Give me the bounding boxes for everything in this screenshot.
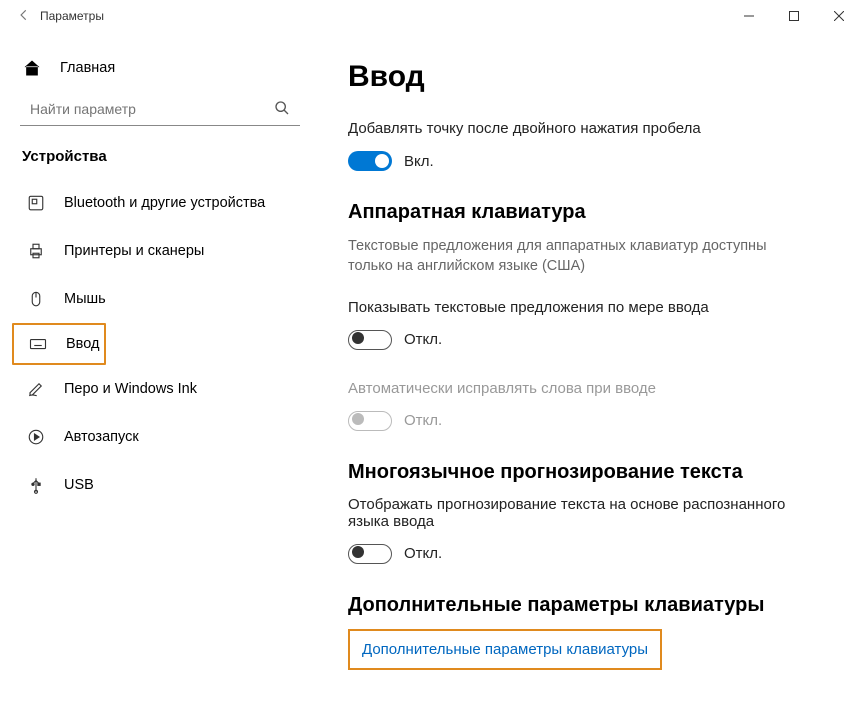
devices-icon xyxy=(26,194,46,212)
sidebar-item-label: Принтеры и сканеры xyxy=(64,243,204,259)
sidebar-item-printers[interactable]: Принтеры и сканеры xyxy=(8,227,312,275)
setting-double-space-label: Добавлять точку после двойного нажатия п… xyxy=(348,120,833,137)
section-hardware-kb: Аппаратная клавиатура xyxy=(348,201,833,224)
keyboard-icon xyxy=(28,335,48,353)
setting-multilang-label: Отображать прогнозирование текста на осн… xyxy=(348,496,788,530)
sidebar-home[interactable]: Главная xyxy=(8,48,312,88)
maximize-button[interactable] xyxy=(771,0,816,32)
highlight-box: Дополнительные параметры клавиатуры xyxy=(348,629,662,670)
sidebar-item-bluetooth[interactable]: Bluetooth и другие устройства xyxy=(8,179,312,227)
section-hardware-sub: Текстовые предложения для аппаратных кла… xyxy=(348,236,788,277)
window-controls xyxy=(726,0,861,32)
toggle-state-label: Откл. xyxy=(404,545,442,562)
autoplay-icon xyxy=(26,428,46,446)
content-pane: Ввод Добавлять точку после двойного нажа… xyxy=(320,32,861,719)
minimize-button[interactable] xyxy=(726,0,771,32)
back-button[interactable] xyxy=(8,8,40,25)
window-title: Параметры xyxy=(40,9,726,23)
sidebar-item-label: Перо и Windows Ink xyxy=(64,381,197,397)
sidebar-item-usb[interactable]: USB xyxy=(8,461,312,509)
sidebar-group-heading: Устройства xyxy=(8,144,312,179)
setting-autocorrect-label: Автоматически исправлять слова при вводе xyxy=(348,380,833,397)
toggle-state-label: Откл. xyxy=(404,331,442,348)
pen-icon xyxy=(26,380,46,398)
sidebar-item-label: USB xyxy=(64,477,94,493)
sidebar-item-typing[interactable]: Ввод xyxy=(12,323,106,365)
toggle-state-label: Откл. xyxy=(404,412,442,429)
printer-icon xyxy=(26,242,46,260)
search-icon xyxy=(274,100,290,119)
toggle-multilang[interactable] xyxy=(348,544,392,564)
sidebar-item-label: Мышь xyxy=(64,291,106,307)
sidebar-item-label: Автозапуск xyxy=(64,429,139,445)
settings-window: Параметры Главная Устр xyxy=(0,0,861,719)
section-multilang: Многоязычное прогнозирование текста xyxy=(348,461,833,484)
sidebar-item-autoplay[interactable]: Автозапуск xyxy=(8,413,312,461)
titlebar: Параметры xyxy=(0,0,861,32)
sidebar-item-label: Ввод xyxy=(66,336,99,352)
search-box[interactable] xyxy=(20,92,300,126)
close-button[interactable] xyxy=(816,0,861,32)
page-title: Ввод xyxy=(348,60,833,94)
toggle-double-space[interactable] xyxy=(348,151,392,171)
sidebar: Главная Устройства Bluetooth и другие ус… xyxy=(0,32,320,719)
mouse-icon xyxy=(26,290,46,308)
sidebar-item-pen[interactable]: Перо и Windows Ink xyxy=(8,365,312,413)
sidebar-item-label: Bluetooth и другие устройства xyxy=(64,195,265,211)
sidebar-home-label: Главная xyxy=(60,60,115,76)
home-icon xyxy=(22,58,42,78)
link-advanced-keyboard[interactable]: Дополнительные параметры клавиатуры xyxy=(350,631,660,668)
sidebar-item-mouse[interactable]: Мышь xyxy=(8,275,312,323)
section-advanced-kb: Дополнительные параметры клавиатуры xyxy=(348,594,833,617)
toggle-state-label: Вкл. xyxy=(404,153,434,170)
toggle-autocorrect xyxy=(348,411,392,431)
search-input[interactable] xyxy=(20,92,300,126)
setting-text-suggestions-label: Показывать текстовые предложения по мере… xyxy=(348,299,833,316)
usb-icon xyxy=(26,476,46,494)
toggle-text-suggestions[interactable] xyxy=(348,330,392,350)
sidebar-nav: Bluetooth и другие устройства Принтеры и… xyxy=(8,179,312,509)
